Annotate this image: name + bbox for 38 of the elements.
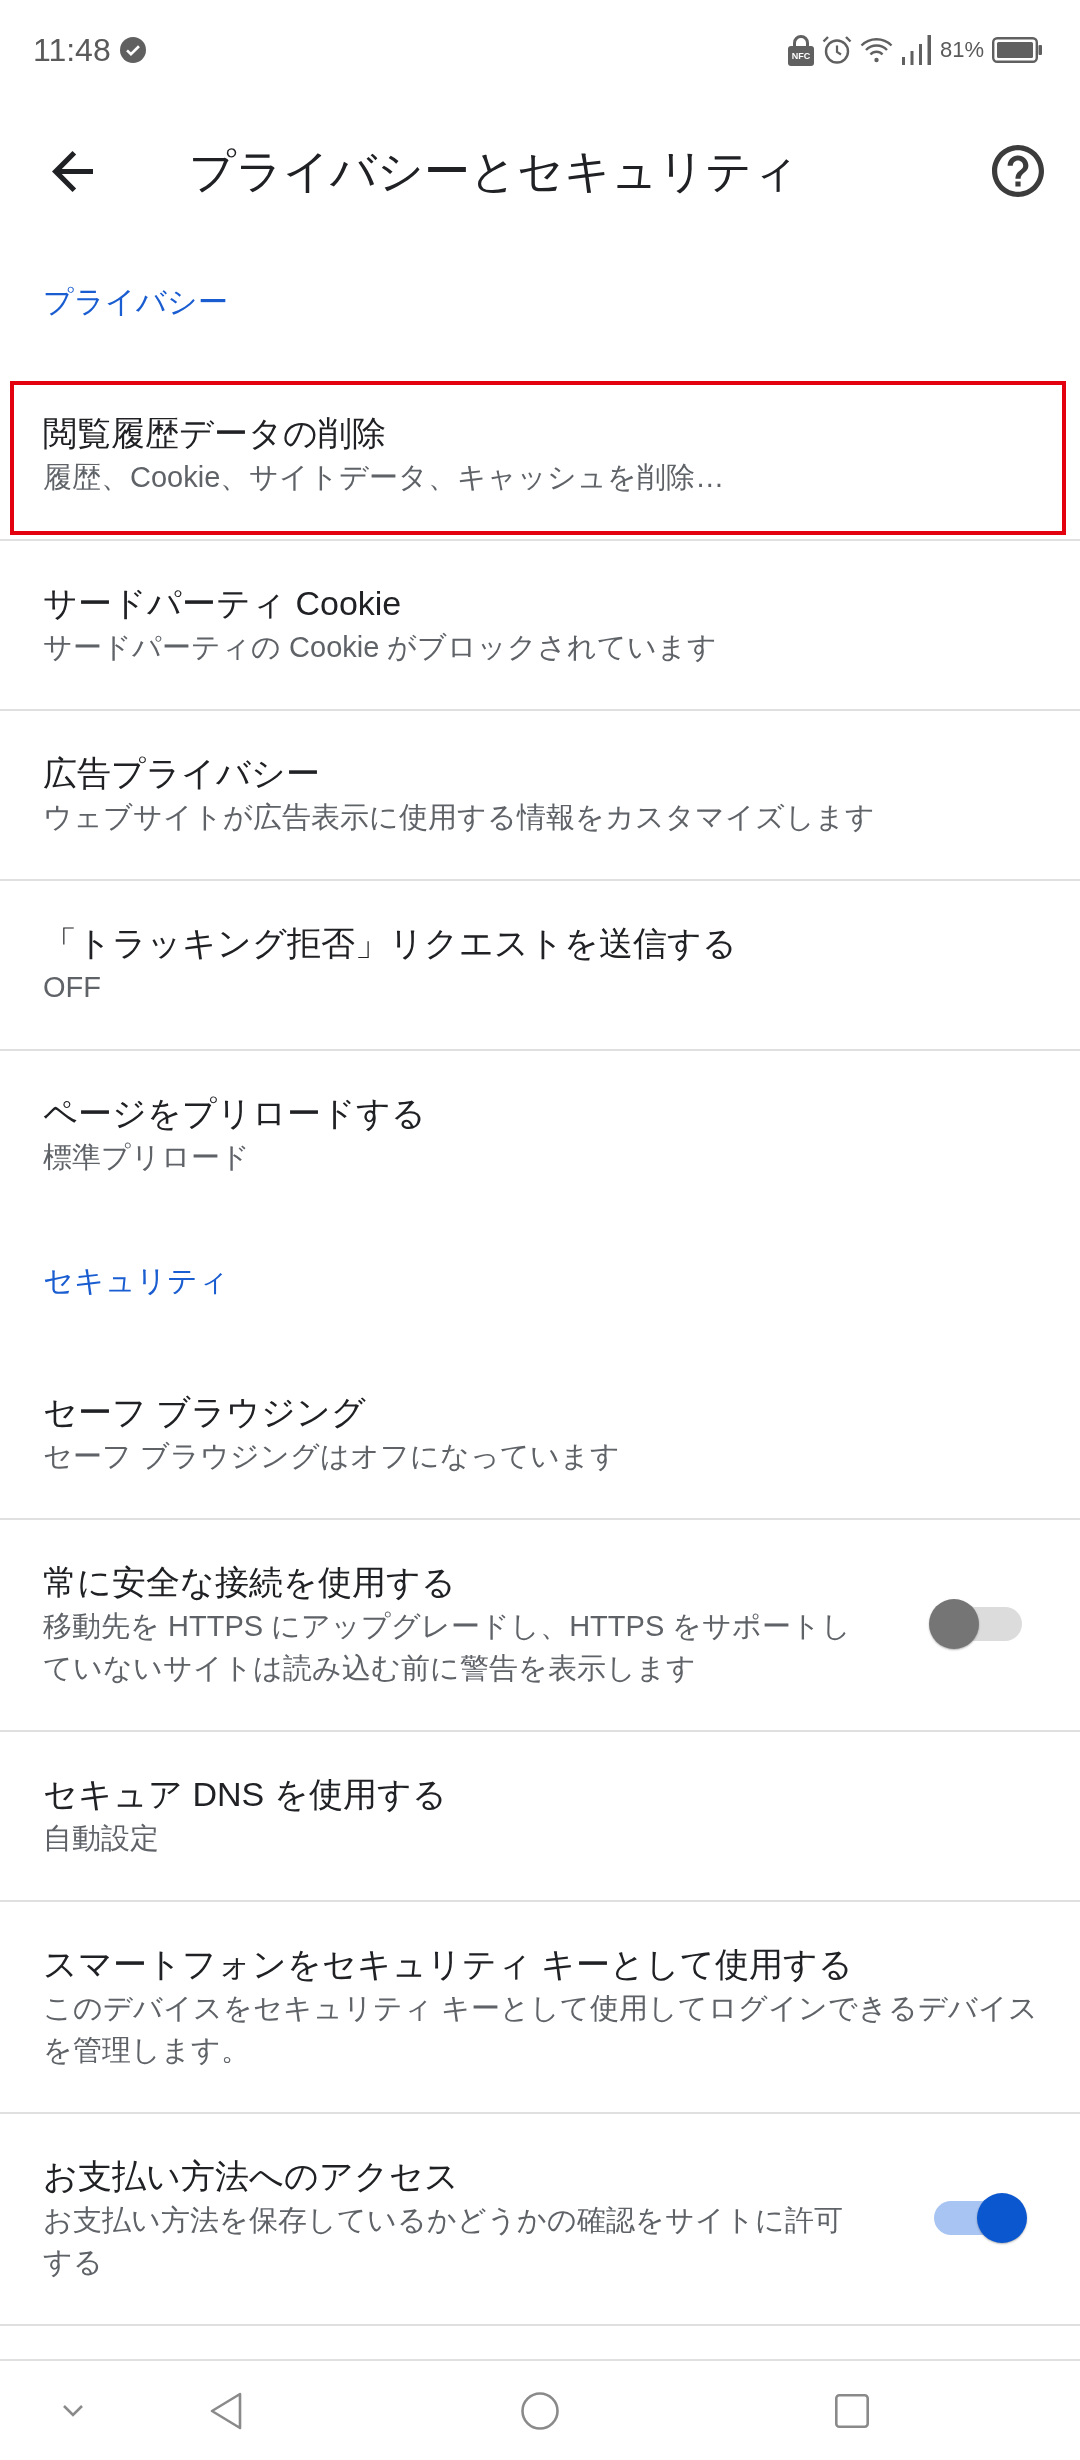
- setting-description: 自動設定: [43, 1822, 159, 1854]
- setting-description: このデバイスをセキュリティ キーとして使用してログインできるデバイスを管理します。: [43, 1992, 1039, 2066]
- setting-title[interactable]: ページをプリロードする: [43, 1094, 426, 1132]
- nfc-label: NFC: [791, 51, 811, 61]
- battery-icon: [992, 37, 1042, 63]
- page-title: プライバシーとセキュリティ: [189, 144, 799, 199]
- back-triangle-icon[interactable]: [210, 2391, 242, 2430]
- recents-square-icon[interactable]: [835, 2393, 869, 2428]
- alarm-clock-icon: [821, 35, 852, 65]
- section-header: セキュリティ: [43, 1264, 229, 1297]
- setting-description: セーフ ブラウジングはオフになっています: [43, 1440, 621, 1472]
- check-circle-icon: [119, 37, 146, 63]
- help-icon: [992, 145, 1044, 197]
- setting-title[interactable]: お支払い方法へのアクセス: [43, 2157, 459, 2195]
- setting-description: ウェブサイトが広告表示に使用する情報をカスタマイズします: [43, 801, 875, 833]
- setting-title[interactable]: セーフ ブラウジング: [43, 1393, 367, 1431]
- setting-description: 履歴、Cookie、サイトデータ、キャッシュを削除…: [43, 461, 725, 493]
- setting-title[interactable]: セキュア DNS を使用する: [43, 1775, 447, 1813]
- setting-description: 移動先を HTTPS にアップグレードし、HTTPS をサポートしていないサイトは読み込む前に警告を表示します: [43, 1610, 852, 1684]
- setting-title[interactable]: スマートフォンをセキュリティ キーとして使用する: [43, 1945, 854, 1983]
- home-circle-icon[interactable]: [521, 2391, 559, 2430]
- setting-title[interactable]: 常に安全な接続を使用する: [43, 1563, 456, 1601]
- setting-title[interactable]: 広告プライバシー: [43, 754, 320, 792]
- battery-percent: 81%: [939, 39, 984, 61]
- back-arrow-icon: [51, 150, 93, 192]
- chevron-down-icon[interactable]: [62, 2403, 84, 2418]
- signal-icon: [900, 35, 932, 65]
- lock-icon: [787, 34, 814, 66]
- setting-description: 標準プリロード: [43, 1141, 250, 1173]
- setting-description: OFF: [43, 971, 101, 1003]
- wifi-icon: [859, 37, 893, 63]
- setting-description: サードパーティの Cookie がブロックされています: [43, 631, 718, 663]
- setting-title[interactable]: サードパーティ Cookie: [43, 584, 402, 622]
- status-time: 11:48: [33, 34, 111, 66]
- setting-description: お支払い方法を保存しているかどうかの確認をサイトに許可する: [43, 2204, 843, 2278]
- setting-title[interactable]: 閲覧履歴データの削除: [43, 414, 386, 452]
- section-header: プライバシー: [43, 285, 228, 318]
- setting-title[interactable]: 「トラッキング拒否」リクエストを送信する: [43, 924, 737, 962]
